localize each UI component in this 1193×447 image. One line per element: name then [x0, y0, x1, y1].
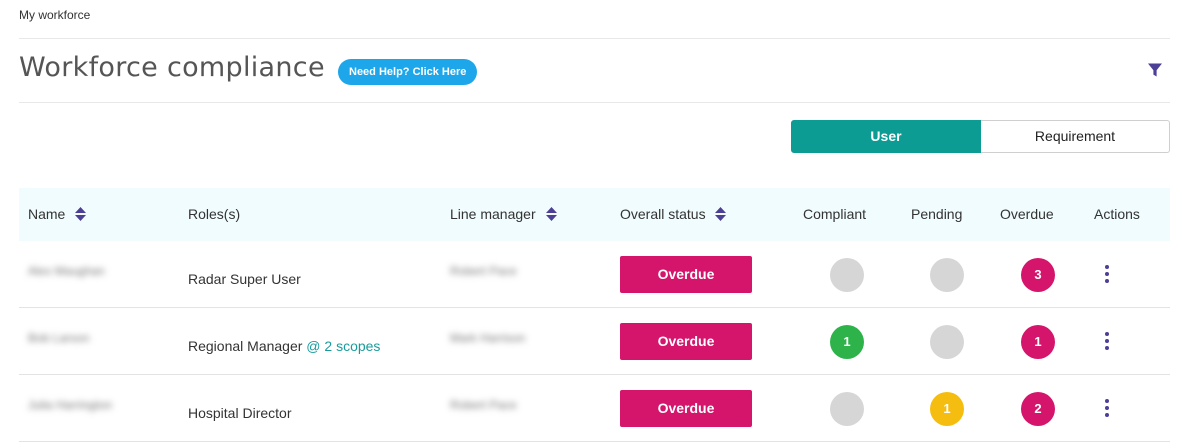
sort-icon[interactable]	[75, 206, 87, 221]
table-row: Alex Maughan Radar Super User Robert Pac…	[19, 241, 1170, 308]
roles-column-header: Roles(s)	[188, 206, 241, 222]
more-actions-icon[interactable]	[1104, 331, 1110, 351]
overall-status-badge[interactable]: Overdue	[620, 256, 752, 293]
table-row: Julia Harrington Hospital Director Rober…	[19, 375, 1170, 442]
table-header: Name Roles(s) Line manager Overall statu…	[19, 188, 1170, 241]
pending-count[interactable]: 1	[930, 392, 964, 426]
overdue-count[interactable]: 2	[1021, 392, 1055, 426]
view-toggle: User Requirement	[791, 120, 1170, 153]
user-name[interactable]: Bob Larson	[28, 308, 89, 375]
overdue-count[interactable]: 3	[1021, 258, 1055, 292]
role-scopes-link[interactable]: @ 2 scopes	[306, 338, 380, 354]
name-column-header[interactable]: Name	[28, 188, 87, 241]
overall-status-badge[interactable]: Overdue	[620, 390, 752, 427]
line-manager: Robert Pace	[450, 398, 517, 412]
compliant-count[interactable]	[830, 258, 864, 292]
sort-icon[interactable]	[545, 206, 557, 221]
more-actions-icon[interactable]	[1104, 398, 1110, 418]
table-row: Bob Larson Regional Manager @ 2 scopes M…	[19, 308, 1170, 375]
divider	[19, 38, 1170, 39]
user-name[interactable]: Alex Maughan	[28, 241, 105, 308]
overdue-count[interactable]: 1	[1021, 325, 1055, 359]
overall-status-column-header[interactable]: Overall status	[620, 188, 727, 241]
pending-count[interactable]	[930, 325, 964, 359]
help-button[interactable]: Need Help? Click Here	[338, 59, 478, 85]
pending-count[interactable]	[930, 258, 964, 292]
line-manager: Robert Pace	[450, 264, 517, 278]
compliant-count[interactable]	[830, 392, 864, 426]
overall-status-badge[interactable]: Overdue	[620, 323, 752, 360]
compliant-column-header: Compliant	[803, 206, 867, 222]
user-view-button[interactable]: User	[791, 120, 981, 153]
pending-column-header: Pending	[911, 206, 963, 222]
divider	[19, 102, 1170, 103]
filter-icon[interactable]	[1147, 62, 1163, 78]
compliant-count[interactable]: 1	[830, 325, 864, 359]
user-name[interactable]: Julia Harrington	[28, 375, 112, 442]
user-role: Hospital Director	[188, 405, 292, 421]
user-role: Regional Manager @ 2 scopes	[188, 338, 381, 354]
line-manager: Mark Harrison	[450, 331, 526, 345]
more-actions-icon[interactable]	[1104, 264, 1110, 284]
line-manager-column-header[interactable]: Line manager	[450, 188, 557, 241]
breadcrumb[interactable]: My workforce	[19, 8, 90, 22]
sort-icon[interactable]	[715, 206, 727, 221]
page-title: Workforce compliance	[19, 52, 325, 83]
actions-column-header: Actions	[1094, 206, 1140, 222]
overdue-column-header: Overdue	[1000, 206, 1054, 222]
requirement-view-button[interactable]: Requirement	[981, 120, 1170, 153]
user-role: Radar Super User	[188, 271, 301, 287]
